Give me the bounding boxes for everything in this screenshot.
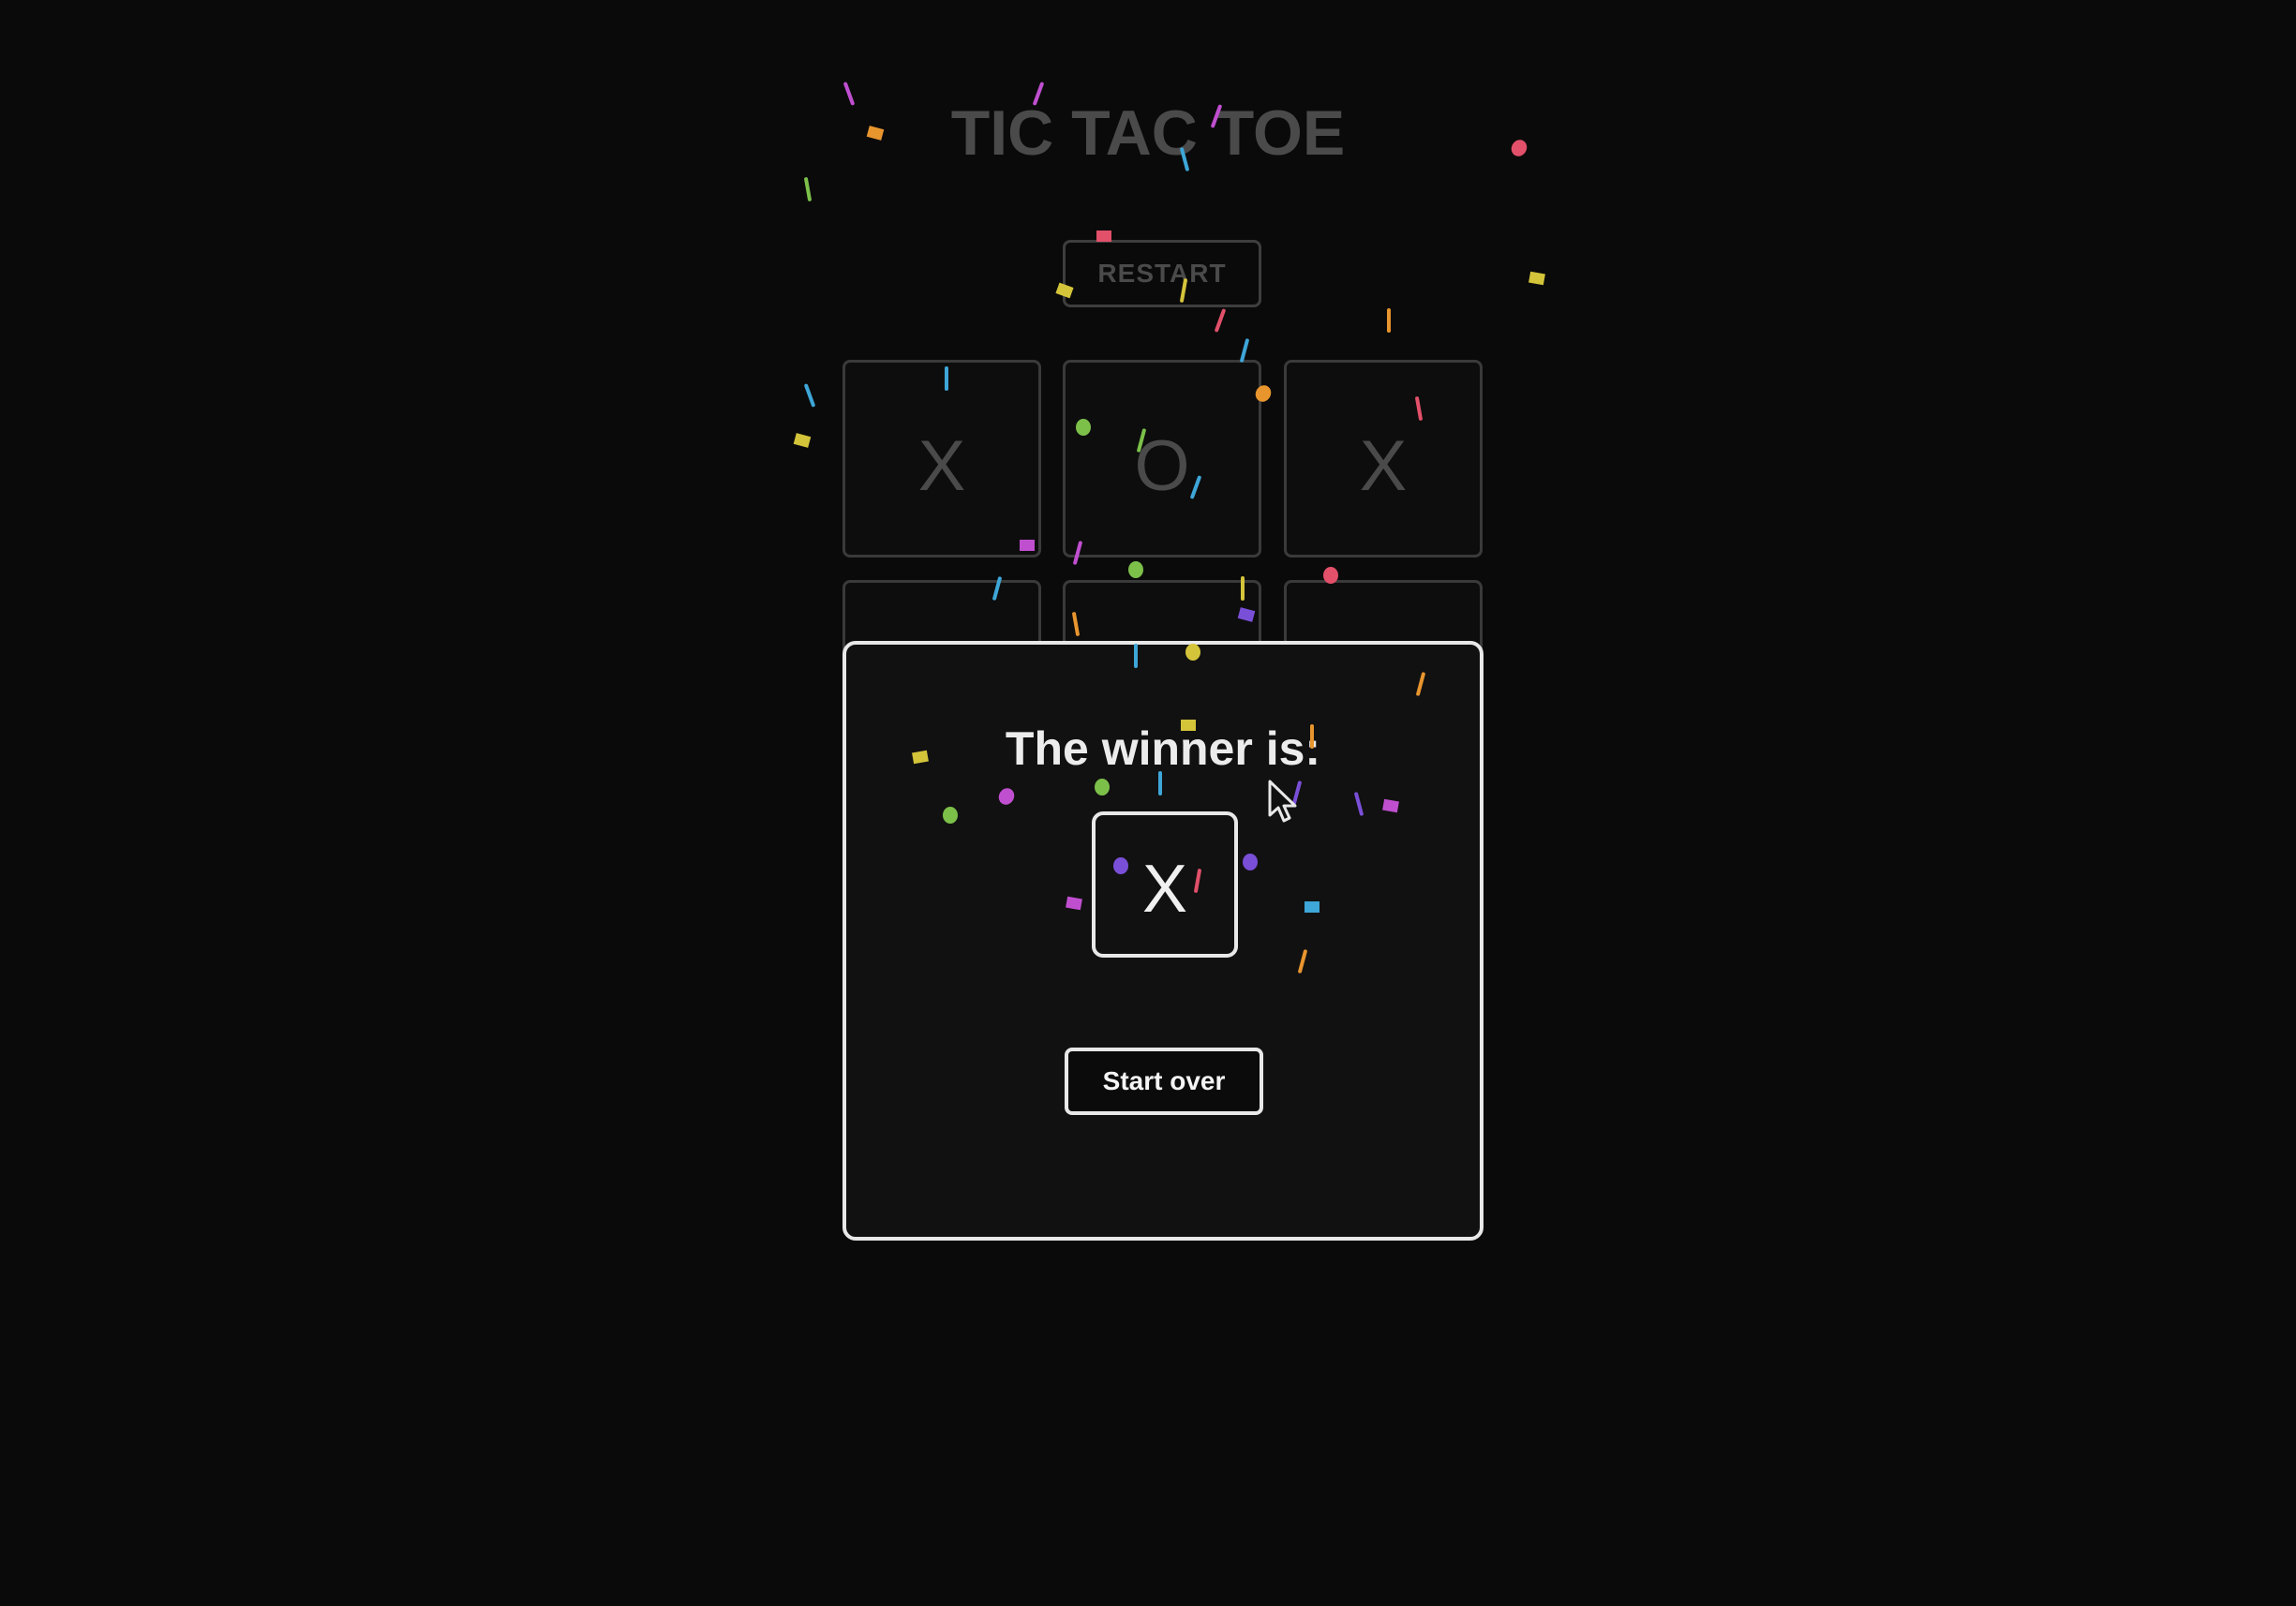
- arrow-cursor-icon: [1268, 780, 1297, 823]
- confetti-piece: [1215, 308, 1226, 333]
- confetti-piece: [1528, 271, 1545, 286]
- confetti-piece: [1240, 338, 1249, 363]
- confetti-piece: [804, 383, 815, 408]
- game-title: TIC TAC TOE: [950, 97, 1346, 169]
- winner-symbol: X: [1092, 811, 1238, 958]
- board-cell[interactable]: O: [1063, 360, 1261, 558]
- restart-button[interactable]: RESTART: [1063, 240, 1261, 307]
- winner-heading: The winner is:: [1005, 722, 1321, 775]
- confetti-piece: [1128, 561, 1143, 578]
- winner-modal: The winner is: X Start over: [842, 641, 1483, 1241]
- start-over-button[interactable]: Start over: [1065, 1048, 1263, 1115]
- confetti-piece: [804, 177, 812, 201]
- confetti-piece: [793, 433, 812, 448]
- board-cell[interactable]: X: [1284, 360, 1483, 558]
- board-cell[interactable]: X: [842, 360, 1041, 558]
- game-screen: TIC TAC TOE RESTART X O X The winner is:…: [0, 0, 2296, 1606]
